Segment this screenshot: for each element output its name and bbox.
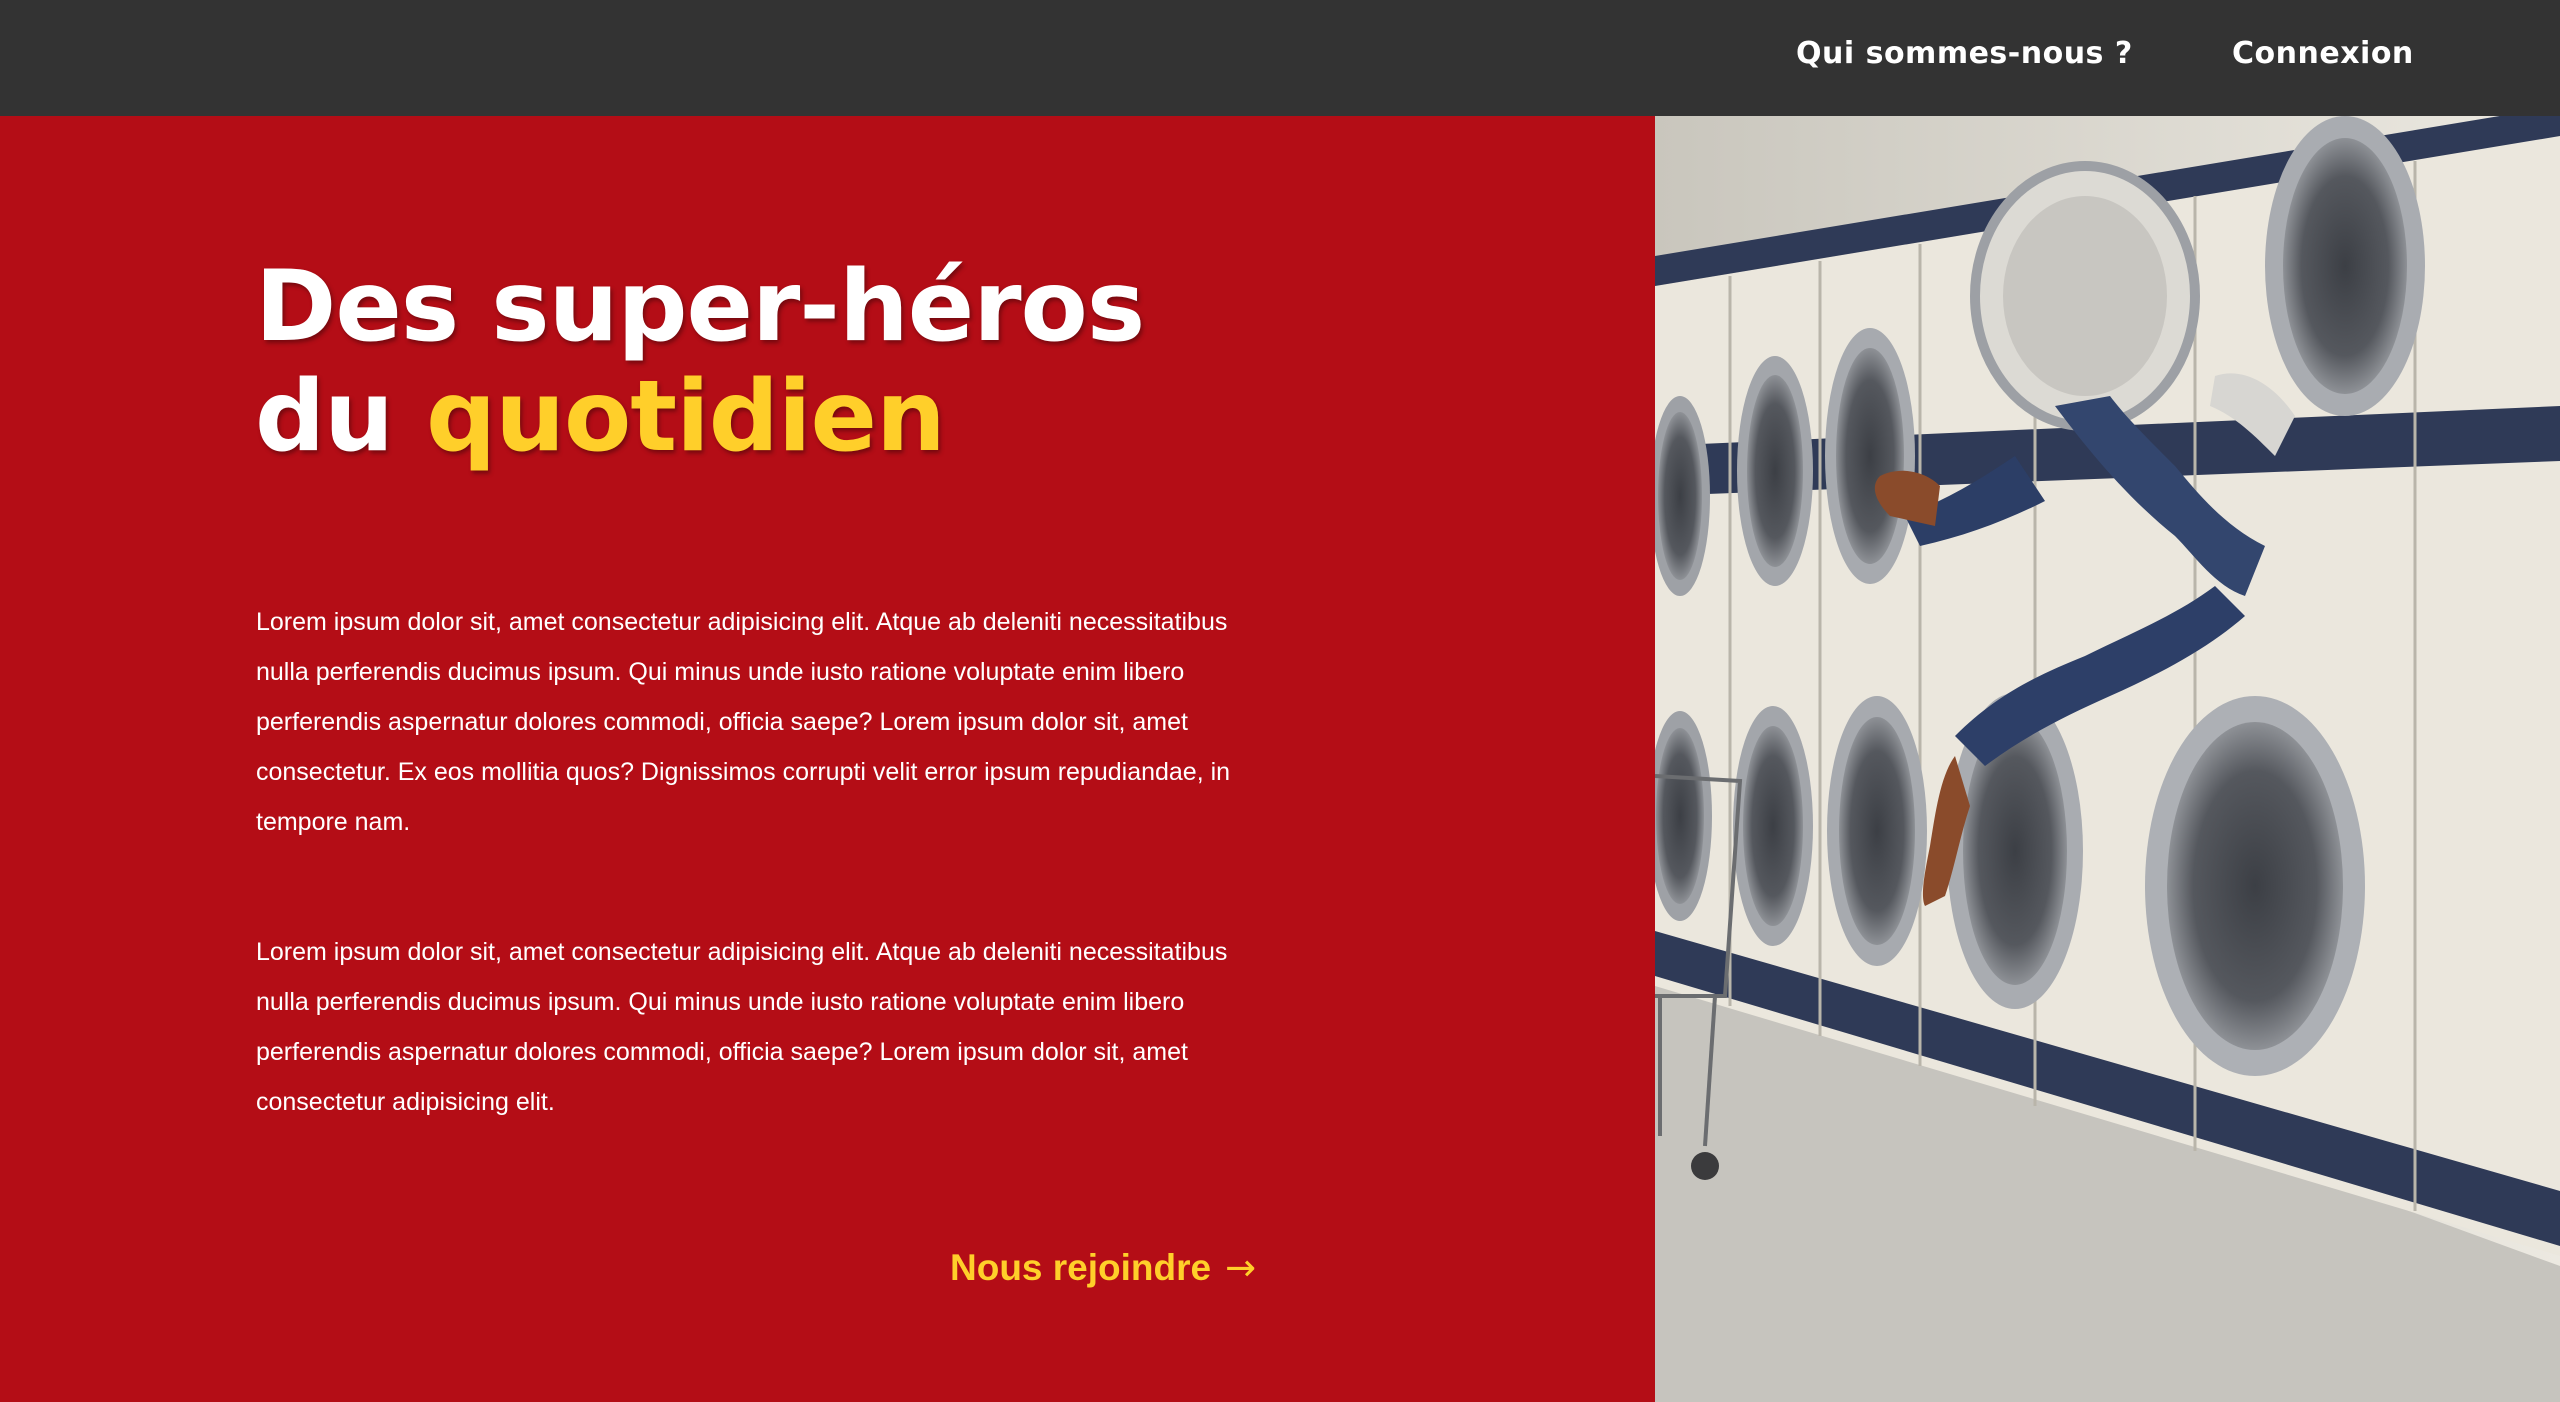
- arrow-right-icon: →: [1225, 1246, 1257, 1289]
- hero-title-line1: Des super-héros: [255, 250, 1145, 364]
- hero-paragraph-1: Lorem ipsum dolor sit, amet consectetur …: [256, 608, 1231, 836]
- laundromat-photo: [1655, 116, 2560, 1402]
- nav-link-about[interactable]: Qui sommes-nous ?: [1796, 36, 2133, 71]
- hero-title-line2-prefix: du: [255, 360, 427, 474]
- hero-title-accent: quotidien: [426, 360, 946, 474]
- join-button-label: Nous rejoindre: [950, 1247, 1212, 1288]
- nav-link-login[interactable]: Connexion: [2232, 36, 2414, 71]
- hero-paragraph-2: Lorem ipsum dolor sit, amet consectetur …: [256, 938, 1228, 1116]
- hero-title: Des super-héros du quotidien: [255, 250, 1145, 474]
- top-navigation-bar: Qui sommes-nous ? Connexion: [0, 0, 2560, 116]
- join-button[interactable]: Nous rejoindre →: [950, 1246, 1256, 1289]
